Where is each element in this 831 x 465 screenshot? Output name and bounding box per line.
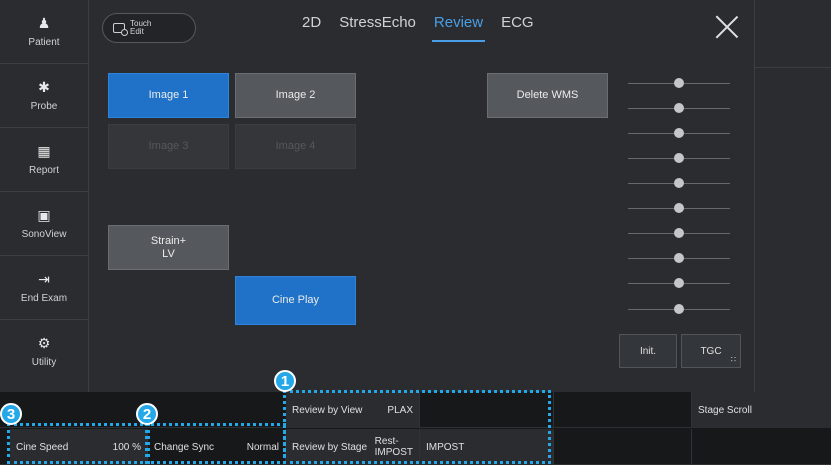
sidebar-item-label: SonoView bbox=[21, 228, 67, 240]
tgc-slider-knob[interactable] bbox=[674, 304, 684, 314]
sidebar-item-probe[interactable]: ✱ Probe bbox=[0, 64, 88, 128]
sidebar: ♟ Patient ✱ Probe ▦ Report ▣ SonoView ⇥ … bbox=[0, 0, 88, 392]
tgc-slider-knob[interactable] bbox=[674, 78, 684, 88]
touch-edit-label-2: Edit bbox=[130, 27, 144, 36]
patient-icon: ♟ bbox=[37, 14, 51, 31]
callout-2-highlight bbox=[145, 423, 286, 464]
strain-lv-label-1: Strain+ bbox=[150, 234, 187, 247]
touch-edit-icon bbox=[113, 23, 128, 36]
utility-icon: ⚙ bbox=[37, 335, 51, 351]
sidebar-item-sonoview[interactable]: ▣ SonoView bbox=[0, 192, 88, 256]
tgc-slider-knob[interactable] bbox=[674, 278, 684, 288]
sidebar-item-label: Report bbox=[28, 164, 59, 176]
sidebar-item-label: Probe bbox=[30, 100, 58, 112]
strain-lv-label-2: LV bbox=[162, 247, 175, 260]
tgc-slider-knob[interactable] bbox=[674, 253, 684, 263]
right-strip bbox=[754, 0, 831, 392]
stage-scroll-label: Stage Scroll bbox=[698, 404, 752, 416]
callout-1-badge: 1 bbox=[274, 370, 296, 392]
stage-scroll-control[interactable]: Stage Scroll bbox=[692, 392, 831, 428]
tgc-slider-knob[interactable] bbox=[674, 203, 684, 213]
probe-icon: ✱ bbox=[38, 78, 50, 95]
sidebar-item-label: Patient bbox=[28, 36, 60, 48]
image4-button: Image 4 bbox=[235, 124, 356, 169]
sonoview-icon: ▣ bbox=[37, 206, 51, 223]
callout-3-badge: 3 bbox=[0, 403, 22, 425]
callout-3-highlight bbox=[7, 423, 150, 464]
report-icon: ▦ bbox=[37, 142, 51, 159]
delete-wms-button[interactable]: Delete WMS bbox=[487, 73, 608, 118]
close-icon[interactable] bbox=[714, 14, 740, 40]
image1-button[interactable]: Image 1 bbox=[108, 73, 229, 118]
tgc-slider-knob[interactable] bbox=[674, 228, 684, 238]
touch-edit-button[interactable]: Touch Edit bbox=[102, 13, 196, 43]
init-button[interactable]: Init. bbox=[619, 334, 677, 368]
tgc-slider-knob[interactable] bbox=[674, 178, 684, 188]
callout-2-badge: 2 bbox=[136, 403, 158, 425]
mode-tabs: 2D StressEcho Review ECG bbox=[300, 12, 550, 42]
bottom-empty-cell bbox=[554, 392, 692, 428]
tgc-slider-knob[interactable] bbox=[674, 128, 684, 138]
tab-ecg[interactable]: ECG bbox=[499, 12, 536, 42]
image2-button[interactable]: Image 2 bbox=[235, 73, 356, 118]
sidebar-item-report[interactable]: ▦ Report bbox=[0, 128, 88, 192]
tgc-button[interactable]: TGC ∷ bbox=[681, 334, 741, 368]
tgc-slider-knob[interactable] bbox=[674, 103, 684, 113]
sidebar-item-label: Utility bbox=[31, 357, 57, 368]
sidebar-item-end-exam[interactable]: ⇥ End Exam bbox=[0, 256, 88, 320]
grip-icon: ∷ bbox=[730, 355, 736, 364]
image3-button: Image 3 bbox=[108, 124, 229, 169]
tab-stressecho[interactable]: StressEcho bbox=[337, 12, 418, 42]
tgc-slider-knob[interactable] bbox=[674, 153, 684, 163]
sidebar-item-label: End Exam bbox=[20, 292, 68, 304]
cine-play-button[interactable]: Cine Play bbox=[235, 276, 356, 325]
bottom-empty-cell bbox=[692, 429, 831, 465]
tab-review[interactable]: Review bbox=[431, 12, 486, 42]
right-strip-cell bbox=[755, 68, 831, 392]
bottom-empty-cell bbox=[554, 429, 692, 465]
end-exam-icon: ⇥ bbox=[38, 270, 50, 287]
tgc-label: TGC bbox=[700, 345, 722, 357]
callout-1-highlight bbox=[283, 390, 551, 464]
sidebar-item-utility[interactable]: ⚙ Utility bbox=[0, 320, 88, 384]
right-strip-cell bbox=[755, 0, 831, 68]
tab-2d[interactable]: 2D bbox=[300, 12, 323, 42]
sidebar-item-patient[interactable]: ♟ Patient bbox=[0, 0, 88, 64]
strain-lv-button[interactable]: Strain+ LV bbox=[108, 225, 229, 270]
